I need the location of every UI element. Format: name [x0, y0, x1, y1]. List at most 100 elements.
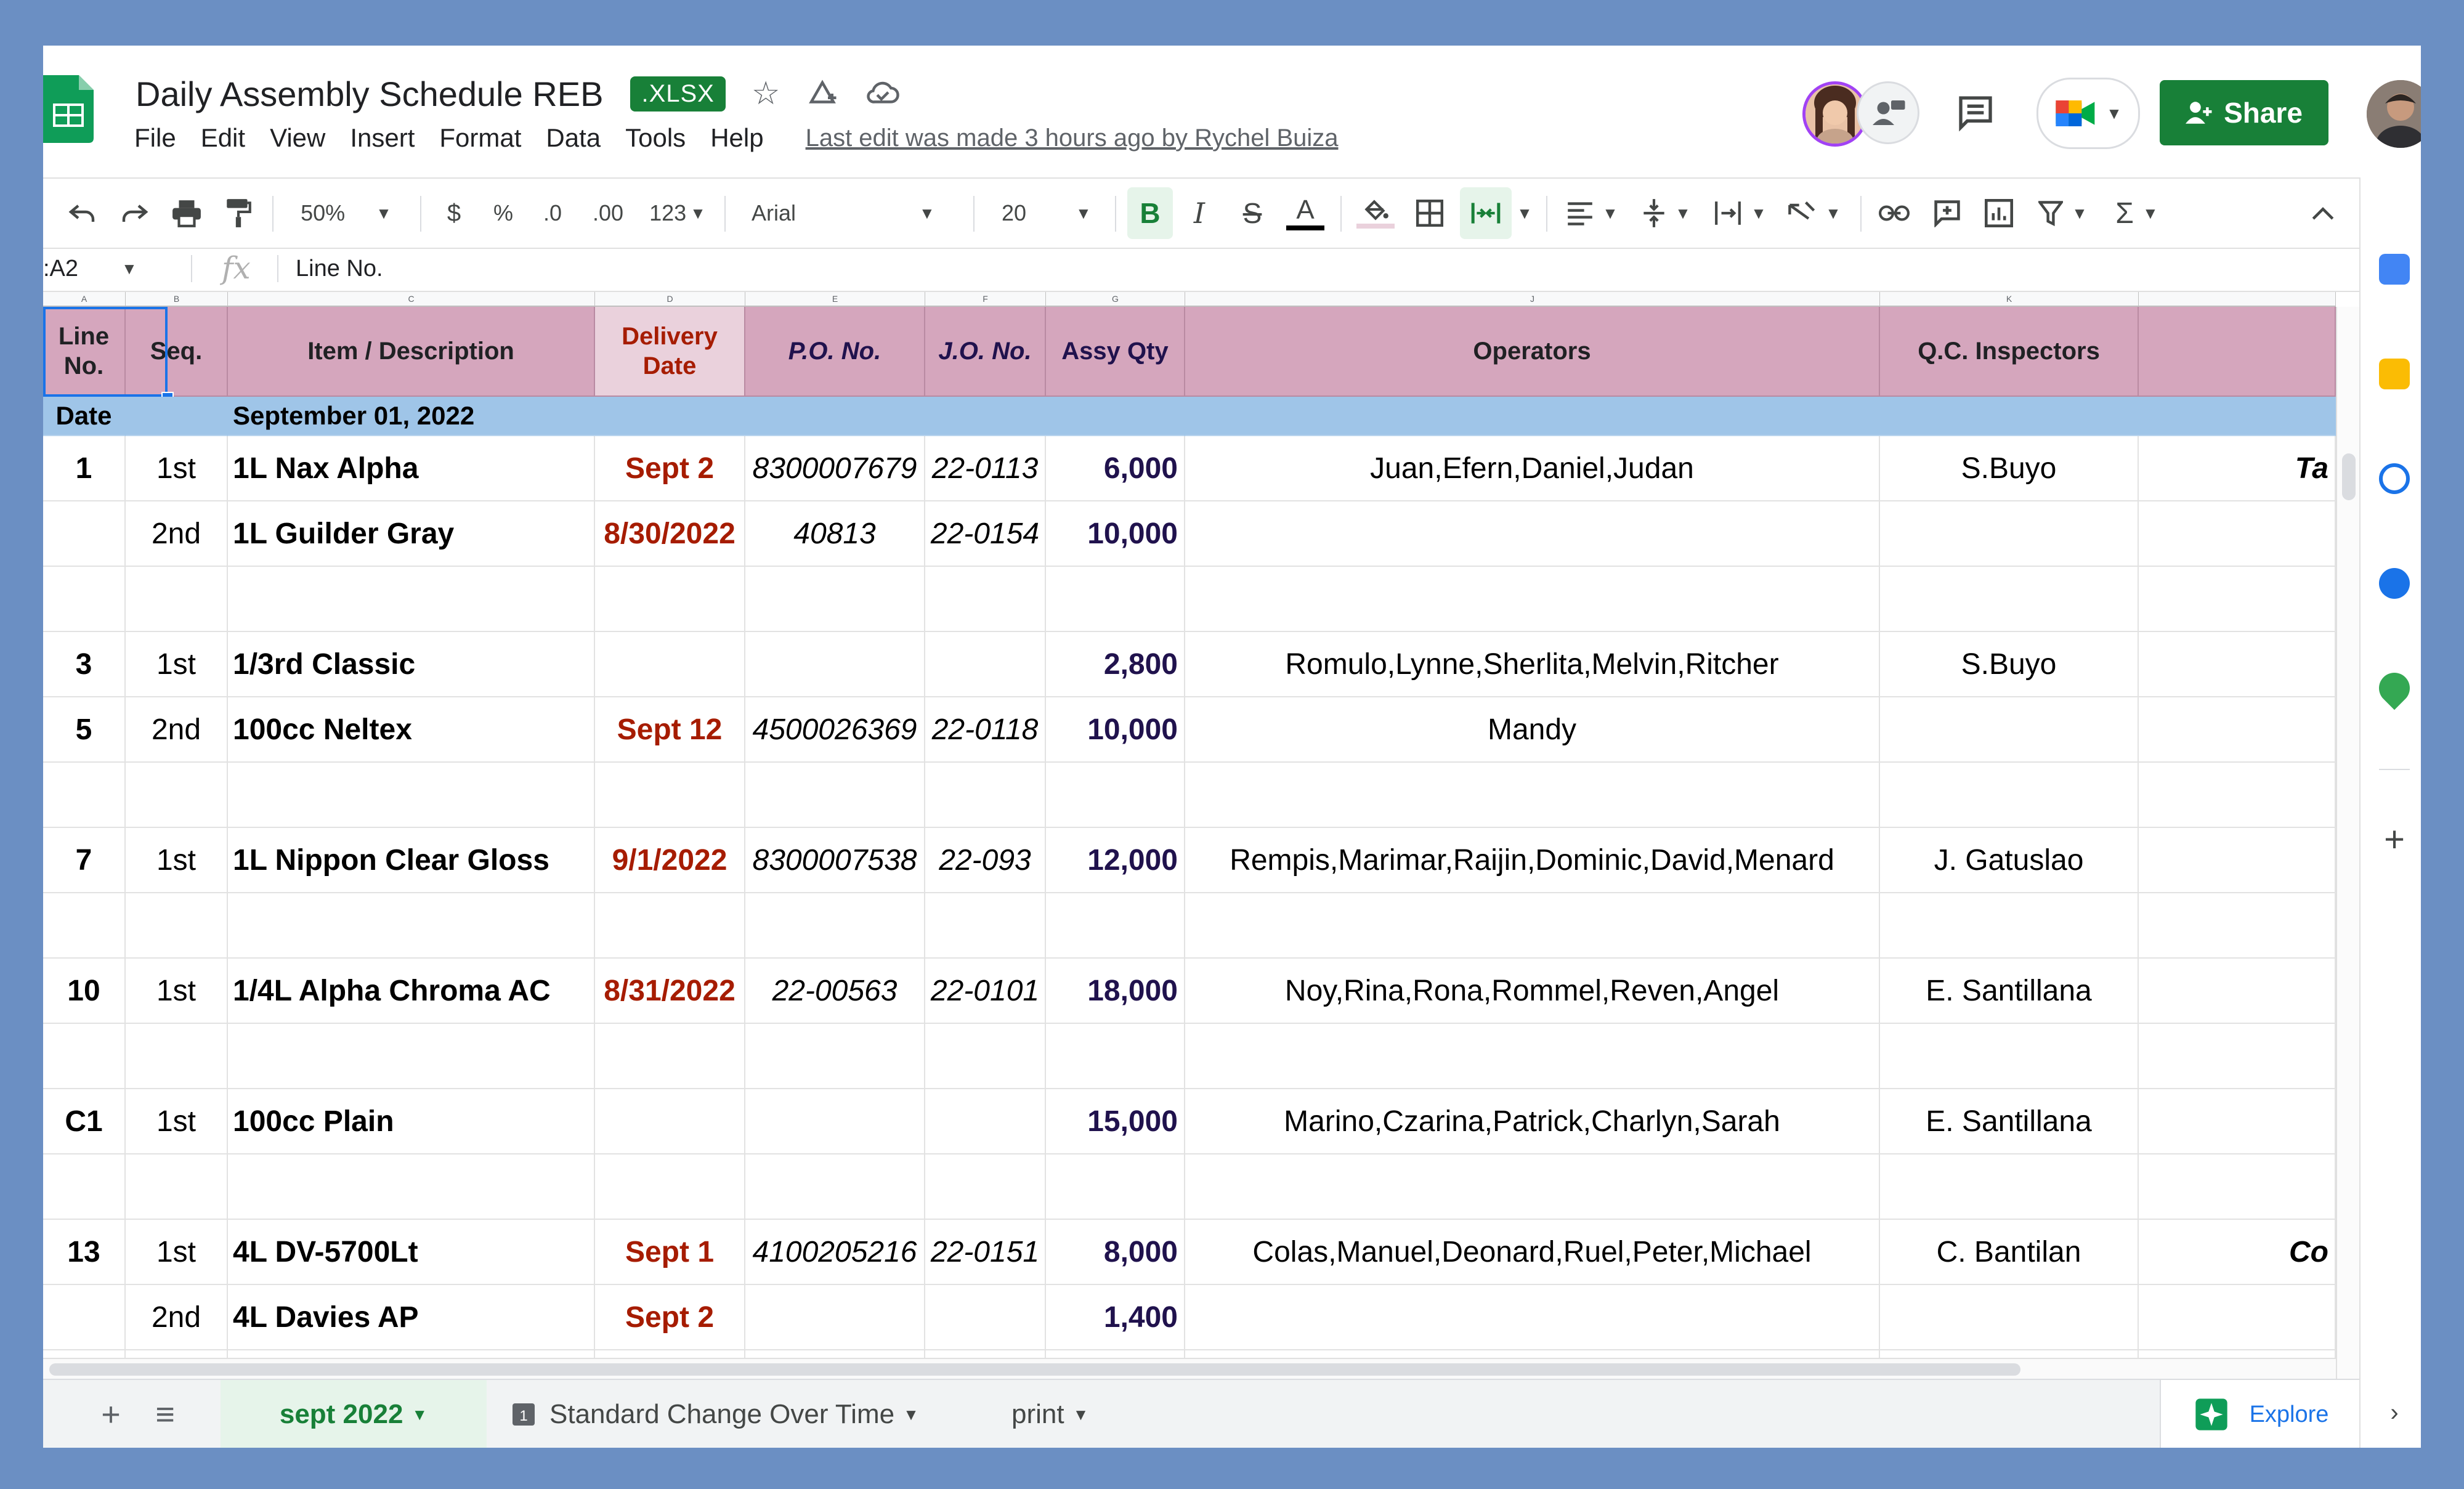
delivery-date-cell[interactable]: Sept 2	[595, 436, 745, 501]
account-avatar[interactable]	[2367, 80, 2421, 148]
delivery-date-cell[interactable]: Sept 12	[595, 697, 745, 763]
column-header-a[interactable]: A	[43, 292, 126, 306]
formula-input[interactable]: Line No.	[296, 246, 383, 291]
column-header-f[interactable]: F	[925, 292, 1046, 306]
qc-inspector-cell[interactable]: C. Bantilan	[1880, 1220, 2139, 1285]
po-no-cell[interactable]: 8300007679	[745, 436, 925, 501]
assy-qty-cell[interactable]: 10,000	[1046, 501, 1185, 567]
comment-history-icon[interactable]	[1948, 85, 2003, 140]
horizontal-scrollbar[interactable]	[43, 1358, 2336, 1380]
menu-tools[interactable]: Tools	[625, 123, 686, 153]
extra-cell[interactable]	[2139, 1285, 2336, 1350]
line-no-cell[interactable]: 13	[43, 1220, 126, 1285]
font-family-select[interactable]: Arial ▼	[739, 179, 967, 248]
seq-cell[interactable]: 1st	[126, 436, 228, 501]
chat-presence-icon[interactable]	[1857, 81, 1919, 144]
zoom-select[interactable]: 50% ▼	[285, 179, 408, 248]
po-no-cell[interactable]	[745, 763, 925, 828]
add-ons-plus-icon[interactable]: +	[2379, 822, 2410, 858]
menu-data[interactable]: Data	[546, 123, 601, 153]
percent-format-button[interactable]: %	[482, 179, 525, 248]
jo-no-cell[interactable]: 22-0113	[925, 436, 1046, 501]
jo-no-cell[interactable]	[925, 567, 1046, 632]
header-assy-qty[interactable]: Assy Qty	[1046, 307, 1185, 397]
assy-qty-cell[interactable]	[1046, 1024, 1185, 1089]
jo-no-cell[interactable]: 22-093	[925, 828, 1046, 893]
delivery-date-cell[interactable]	[595, 567, 745, 632]
maps-icon[interactable]	[2372, 666, 2417, 710]
line-no-cell[interactable]	[43, 567, 126, 632]
font-size-select[interactable]: 20 ▼	[986, 179, 1109, 248]
jo-no-cell[interactable]	[925, 1024, 1046, 1089]
seq-cell[interactable]: 1st	[126, 1089, 228, 1154]
calendar-icon[interactable]	[2379, 254, 2410, 285]
header-po-no[interactable]: P.O. No.	[745, 307, 925, 397]
line-no-cell[interactable]: 10	[43, 959, 126, 1024]
delivery-date-cell[interactable]	[595, 1154, 745, 1220]
extra-cell[interactable]	[2139, 828, 2336, 893]
qc-inspector-cell[interactable]: E. Santillana	[1880, 959, 2139, 1024]
show-side-panel-chevron-icon[interactable]: ›	[2379, 1397, 2410, 1428]
column-header-d[interactable]: D	[595, 292, 745, 306]
column-header-b[interactable]: B	[126, 292, 228, 306]
line-no-cell[interactable]: 7	[43, 828, 126, 893]
contacts-icon[interactable]	[2379, 568, 2410, 599]
keep-icon[interactable]	[2379, 359, 2410, 389]
po-no-cell[interactable]	[745, 1089, 925, 1154]
po-no-cell[interactable]: 8300007538	[745, 828, 925, 893]
po-no-cell[interactable]	[745, 567, 925, 632]
jo-no-cell[interactable]: 22-0118	[925, 697, 1046, 763]
extra-cell[interactable]	[2139, 632, 2336, 697]
item-cell[interactable]: 100cc Plain	[228, 1089, 595, 1154]
item-cell[interactable]: 100cc Neltex	[228, 697, 595, 763]
po-no-cell[interactable]	[745, 893, 925, 959]
operators-cell[interactable]	[1185, 763, 1880, 828]
operators-cell[interactable]: Romulo,Lynne,Sherlita,Melvin,Ritcher	[1185, 632, 1880, 697]
explore-button[interactable]: Explore	[2160, 1380, 2362, 1448]
share-button[interactable]: Share	[2160, 80, 2328, 145]
text-wrapping-icon[interactable]: ▼	[1706, 179, 1774, 248]
menu-file[interactable]: File	[134, 123, 176, 153]
insert-chart-icon[interactable]	[1977, 179, 2020, 248]
item-cell[interactable]: 1/3rd Classic	[228, 632, 595, 697]
bold-button[interactable]: B	[1127, 187, 1173, 239]
operators-cell[interactable]	[1185, 893, 1880, 959]
star-icon[interactable]: ☆	[752, 75, 780, 112]
header-jo-no[interactable]: J.O. No.	[925, 307, 1046, 397]
po-no-cell[interactable]: 40813	[745, 501, 925, 567]
qc-inspector-cell[interactable]	[1880, 1154, 2139, 1220]
menu-format[interactable]: Format	[439, 123, 521, 153]
operators-cell[interactable]: Juan,Efern,Daniel,Judan	[1185, 436, 1880, 501]
qc-inspector-cell[interactable]	[1880, 1024, 2139, 1089]
horizontal-align-icon[interactable]: ▼	[1558, 179, 1626, 248]
item-cell[interactable]: 1L Nippon Clear Gloss	[228, 828, 595, 893]
line-no-cell[interactable]	[43, 501, 126, 567]
seq-cell[interactable]	[126, 1154, 228, 1220]
meet-button[interactable]: ▼	[2036, 78, 2140, 149]
document-title[interactable]: Daily Assembly Schedule REB	[136, 74, 603, 114]
seq-cell[interactable]	[126, 567, 228, 632]
assy-qty-cell[interactable]: 15,000	[1046, 1089, 1185, 1154]
redo-icon[interactable]	[112, 179, 155, 248]
print-icon[interactable]	[165, 179, 208, 248]
fill-color-button[interactable]	[1353, 179, 1398, 248]
date-value[interactable]: September 01, 2022	[228, 397, 1185, 436]
menu-view[interactable]: View	[270, 123, 325, 153]
spreadsheet-grid[interactable]: Line No. Seq. Item / Description Deliver…	[43, 307, 2336, 1403]
column-header-k[interactable]: K	[1880, 292, 2139, 306]
seq-cell[interactable]: 2nd	[126, 501, 228, 567]
operators-cell[interactable]	[1185, 1285, 1880, 1350]
sheets-logo-icon[interactable]	[43, 75, 94, 143]
operators-cell[interactable]	[1185, 567, 1880, 632]
date-label[interactable]: Date	[43, 397, 126, 436]
qc-inspector-cell[interactable]: S.Buyo	[1880, 436, 2139, 501]
assy-qty-cell[interactable]: 18,000	[1046, 959, 1185, 1024]
po-no-cell[interactable]: 22-00563	[745, 959, 925, 1024]
item-cell[interactable]	[228, 893, 595, 959]
italic-button[interactable]: I	[1178, 179, 1221, 248]
date-cell-b[interactable]	[126, 397, 228, 436]
filter-icon[interactable]: ▼	[2029, 179, 2097, 248]
qc-inspector-cell[interactable]	[1880, 893, 2139, 959]
increase-decimal-button[interactable]: .00	[580, 179, 636, 248]
name-box[interactable]: :A2 ▼	[43, 246, 185, 291]
